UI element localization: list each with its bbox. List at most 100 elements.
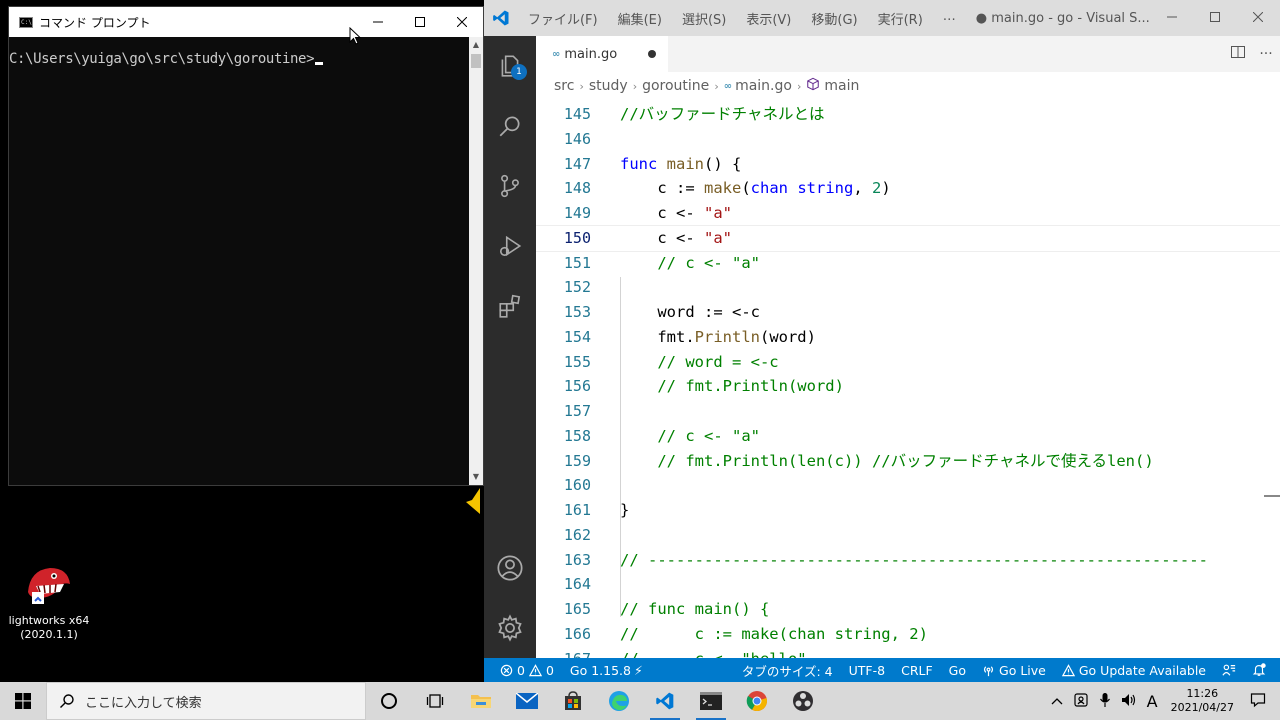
minimize-button[interactable] <box>1150 10 1193 26</box>
close-button[interactable] <box>441 7 483 37</box>
task-view-icon[interactable] <box>412 682 458 720</box>
menu-go[interactable]: 移動(G) <box>801 9 867 28</box>
vscode-taskbar-icon[interactable] <box>642 682 688 720</box>
code-text[interactable]: // c := make(chan string, 2) <box>620 622 928 647</box>
windows-start-icon[interactable] <box>0 682 46 720</box>
encoding-status[interactable]: UTF-8 <box>841 663 893 678</box>
code-text[interactable]: word := <-c <box>620 300 760 325</box>
accounts-icon[interactable] <box>484 538 536 598</box>
go-live-status[interactable]: Go Live <box>974 663 1054 678</box>
code-text[interactable]: // c <- "a" <box>620 424 760 449</box>
scroll-thumb[interactable] <box>471 54 481 68</box>
code-line[interactable]: 161} <box>536 498 1280 523</box>
code-text[interactable]: // c <- "hello" <box>620 647 807 659</box>
split-editor-icon[interactable] <box>1224 44 1252 64</box>
code-text[interactable]: c <- "a" <box>620 226 732 251</box>
extensions-icon[interactable] <box>484 276 536 336</box>
code-line[interactable]: 145 //バッファードチャネルとは <box>536 102 1280 127</box>
code-line[interactable]: 158 // c <- "a" <box>536 424 1280 449</box>
code-line[interactable]: 149 c <- "a" <box>536 201 1280 226</box>
restore-button[interactable] <box>1193 10 1236 26</box>
action-center-icon[interactable] <box>1242 692 1280 711</box>
menu-edit[interactable]: 編集(E) <box>608 9 672 28</box>
code-text[interactable]: // fmt.Println(len(c)) //バッファードチャネルで使えるl… <box>620 449 1153 474</box>
code-text[interactable]: c := make(chan string, 2) <box>620 176 890 201</box>
cmd-titlebar[interactable]: C:\ コマンド プロンプト <box>9 7 483 37</box>
settings-gear-icon[interactable] <box>484 598 536 658</box>
notifications-bell-icon[interactable] <box>1244 663 1280 677</box>
code-line[interactable]: 154 fmt.Println(word) <box>536 325 1280 350</box>
code-line[interactable]: 155 // word = <-c <box>536 350 1280 375</box>
desktop-icon-lightworks[interactable]: lightworks x64 (2020.1.1) <box>8 558 90 642</box>
go-update-status[interactable]: Go Update Available <box>1054 663 1214 678</box>
menu-more[interactable]: … <box>933 9 966 28</box>
code-line[interactable]: 150 c <- "a" <box>536 224 1280 252</box>
mail-icon[interactable] <box>504 682 550 720</box>
breadcrumb-study[interactable]: study <box>589 78 628 94</box>
run-debug-icon[interactable] <box>484 216 536 276</box>
cmd-scrollbar[interactable]: ▲ ▼ <box>469 37 483 485</box>
code-text[interactable]: // word = <-c <box>620 350 778 375</box>
code-text[interactable]: // c <- "a" <box>620 251 760 276</box>
feedback-icon[interactable] <box>1214 663 1244 677</box>
breadcrumb-symbol[interactable]: main <box>824 78 859 94</box>
code-text[interactable]: c <- "a" <box>620 201 732 226</box>
code-line[interactable]: 151 // c <- "a" <box>536 251 1280 276</box>
menu-selection[interactable]: 選択(S) <box>672 9 736 28</box>
file-explorer-icon[interactable] <box>458 682 504 720</box>
language-status[interactable]: Go <box>941 663 974 678</box>
minimize-button[interactable] <box>357 7 399 37</box>
menu-run[interactable]: 実行(R) <box>868 9 933 28</box>
code-line[interactable]: 157 <box>536 399 1280 424</box>
code-line[interactable]: 167 // c <- "hello" <box>536 647 1280 659</box>
go-version-status[interactable]: Go 1.15.8 ⚡ <box>562 663 651 678</box>
problems-status[interactable]: 0 0 <box>484 663 562 678</box>
store-icon[interactable] <box>550 682 596 720</box>
code-line[interactable]: 146 <box>536 127 1280 152</box>
breadcrumb-src[interactable]: src <box>554 78 574 94</box>
code-line[interactable]: 153 word := <-c <box>536 300 1280 325</box>
scroll-up-icon[interactable]: ▲ <box>469 37 483 53</box>
clock[interactable]: 11:26 2021/04/27 <box>1163 687 1242 715</box>
vscode-window[interactable]: ファイル(F) 編集(E) 選択(S) 表示(V) 移動(G) 実行(R) … … <box>484 0 1280 682</box>
cmd-console[interactable]: C:\Users\yuiga\go\src\study\goroutine> <box>9 37 469 485</box>
source-control-icon[interactable] <box>484 156 536 216</box>
eol-status[interactable]: CRLF <box>893 663 941 678</box>
cortana-icon[interactable] <box>366 682 412 720</box>
people-icon[interactable] <box>1068 692 1094 711</box>
menu-view[interactable]: 表示(V) <box>736 9 801 28</box>
code-line[interactable]: 165 // func main() { <box>536 597 1280 622</box>
ime-indicator[interactable]: A <box>1142 692 1163 711</box>
explorer-icon[interactable]: 1 <box>484 36 536 96</box>
code-line[interactable]: 164 <box>536 572 1280 597</box>
code-text[interactable]: fmt.Println(word) <box>620 325 816 350</box>
breadcrumb-file[interactable]: main.go <box>735 78 792 94</box>
close-button[interactable] <box>1237 10 1280 26</box>
tab-main-go[interactable]: ∞ main.go <box>536 36 668 72</box>
code-line[interactable]: 147 func main() { <box>536 152 1280 177</box>
obs-icon[interactable] <box>780 682 826 720</box>
code-text[interactable]: // -------------------------------------… <box>620 548 1208 573</box>
chrome-icon[interactable] <box>734 682 780 720</box>
tab-size-status[interactable]: タブのサイズ: 4 <box>734 661 841 680</box>
code-text[interactable]: // fmt.Println(word) <box>620 374 844 399</box>
menu-file[interactable]: ファイル(F) <box>518 9 608 28</box>
code-text[interactable]: // func main() { <box>620 597 769 622</box>
maximize-button[interactable] <box>399 7 441 37</box>
code-line[interactable]: 160 <box>536 473 1280 498</box>
chevron-up-icon[interactable] <box>1046 694 1068 708</box>
search-icon[interactable] <box>484 96 536 156</box>
code-line[interactable]: 159 // fmt.Println(len(c)) //バッファードチャネルで… <box>536 449 1280 474</box>
volume-icon[interactable] <box>1116 692 1142 711</box>
more-actions-icon[interactable]: ··· <box>1252 46 1280 62</box>
code-text[interactable]: //バッファードチャネルとは <box>620 102 825 127</box>
taskbar-search-box[interactable]: ここに入力して検索 <box>46 682 366 720</box>
code-line[interactable]: 166 // c := make(chan string, 2) <box>536 622 1280 647</box>
command-prompt-taskbar-icon[interactable] <box>688 682 734 720</box>
scroll-down-icon[interactable]: ▼ <box>469 469 483 485</box>
microphone-icon[interactable] <box>1094 692 1116 711</box>
code-editor[interactable]: 145 //バッファードチャネルとは 146 147 func main() {148 … <box>536 102 1280 658</box>
code-line[interactable]: 152 <box>536 275 1280 300</box>
vscode-titlebar[interactable]: ファイル(F) 編集(E) 選択(S) 表示(V) 移動(G) 実行(R) … … <box>484 0 1280 36</box>
code-line[interactable]: 156 // fmt.Println(word) <box>536 374 1280 399</box>
